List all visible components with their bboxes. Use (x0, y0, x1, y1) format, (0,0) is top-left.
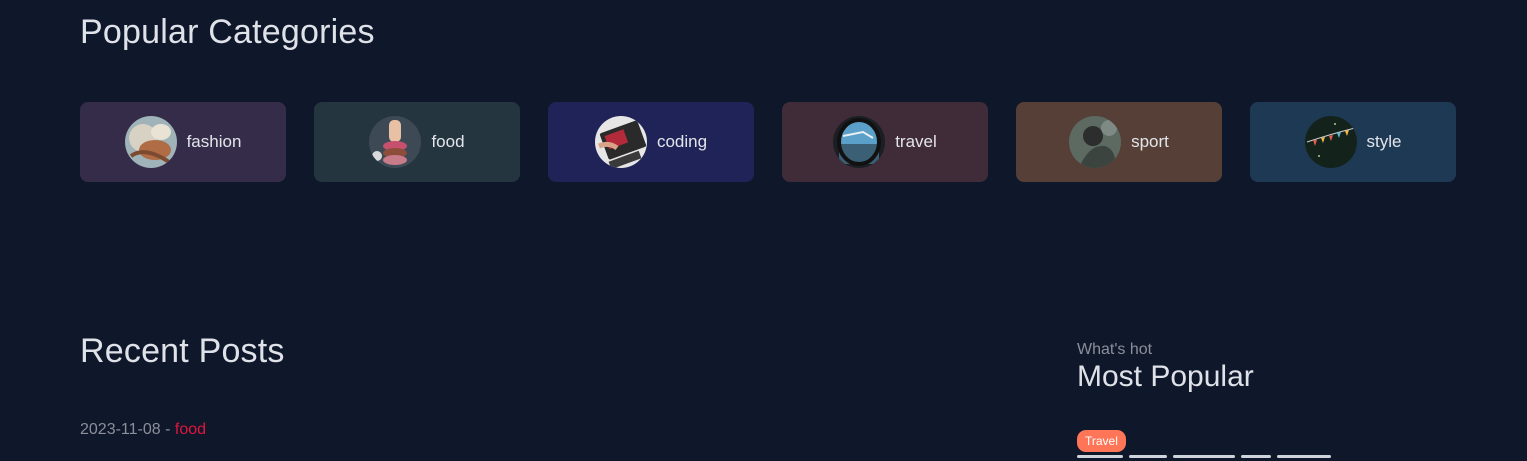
category-label: food (431, 132, 465, 151)
category-card-style[interactable]: style (1250, 102, 1456, 182)
sport-thumbnail-icon (1069, 116, 1122, 168)
category-label: travel (895, 132, 937, 151)
post-meta-separator: - (160, 421, 175, 438)
most-popular-header: What's hot Most Popular (1077, 341, 1254, 394)
category-card-food[interactable]: food (314, 102, 520, 182)
popular-post-title-cropped[interactable] (1077, 455, 1407, 461)
category-card-sport[interactable]: sport (1016, 102, 1222, 182)
food-thumbnail-icon (369, 116, 422, 168)
category-label: coding (656, 132, 708, 151)
popular-categories-title: Popular Categories (80, 13, 375, 51)
page: Popular Categories fashion food coding t… (0, 0, 1527, 461)
recent-posts-title: Recent Posts (80, 332, 285, 370)
post-category-link[interactable]: food (175, 421, 206, 438)
category-card-fashion[interactable]: fashion (80, 102, 286, 182)
coding-thumbnail-icon (594, 116, 647, 168)
travel-thumbnail-icon (833, 116, 886, 168)
style-thumbnail-icon (1304, 116, 1357, 168)
category-card-coding[interactable]: coding (548, 102, 754, 182)
sidebar-subtitle: What's hot (1077, 341, 1153, 358)
post-meta: 2023-11-08 - food (80, 421, 206, 439)
category-badge[interactable]: Travel (1077, 430, 1126, 452)
fashion-thumbnail-icon (124, 116, 177, 168)
category-card-travel[interactable]: travel (782, 102, 988, 182)
post-date: 2023-11-08 (80, 421, 161, 438)
category-list: fashion food coding travel sport style (80, 102, 1456, 182)
category-label: style (1366, 132, 1402, 151)
category-label: fashion (186, 132, 242, 151)
sidebar-title: Most Popular (1077, 360, 1254, 393)
category-label: sport (1131, 132, 1169, 151)
